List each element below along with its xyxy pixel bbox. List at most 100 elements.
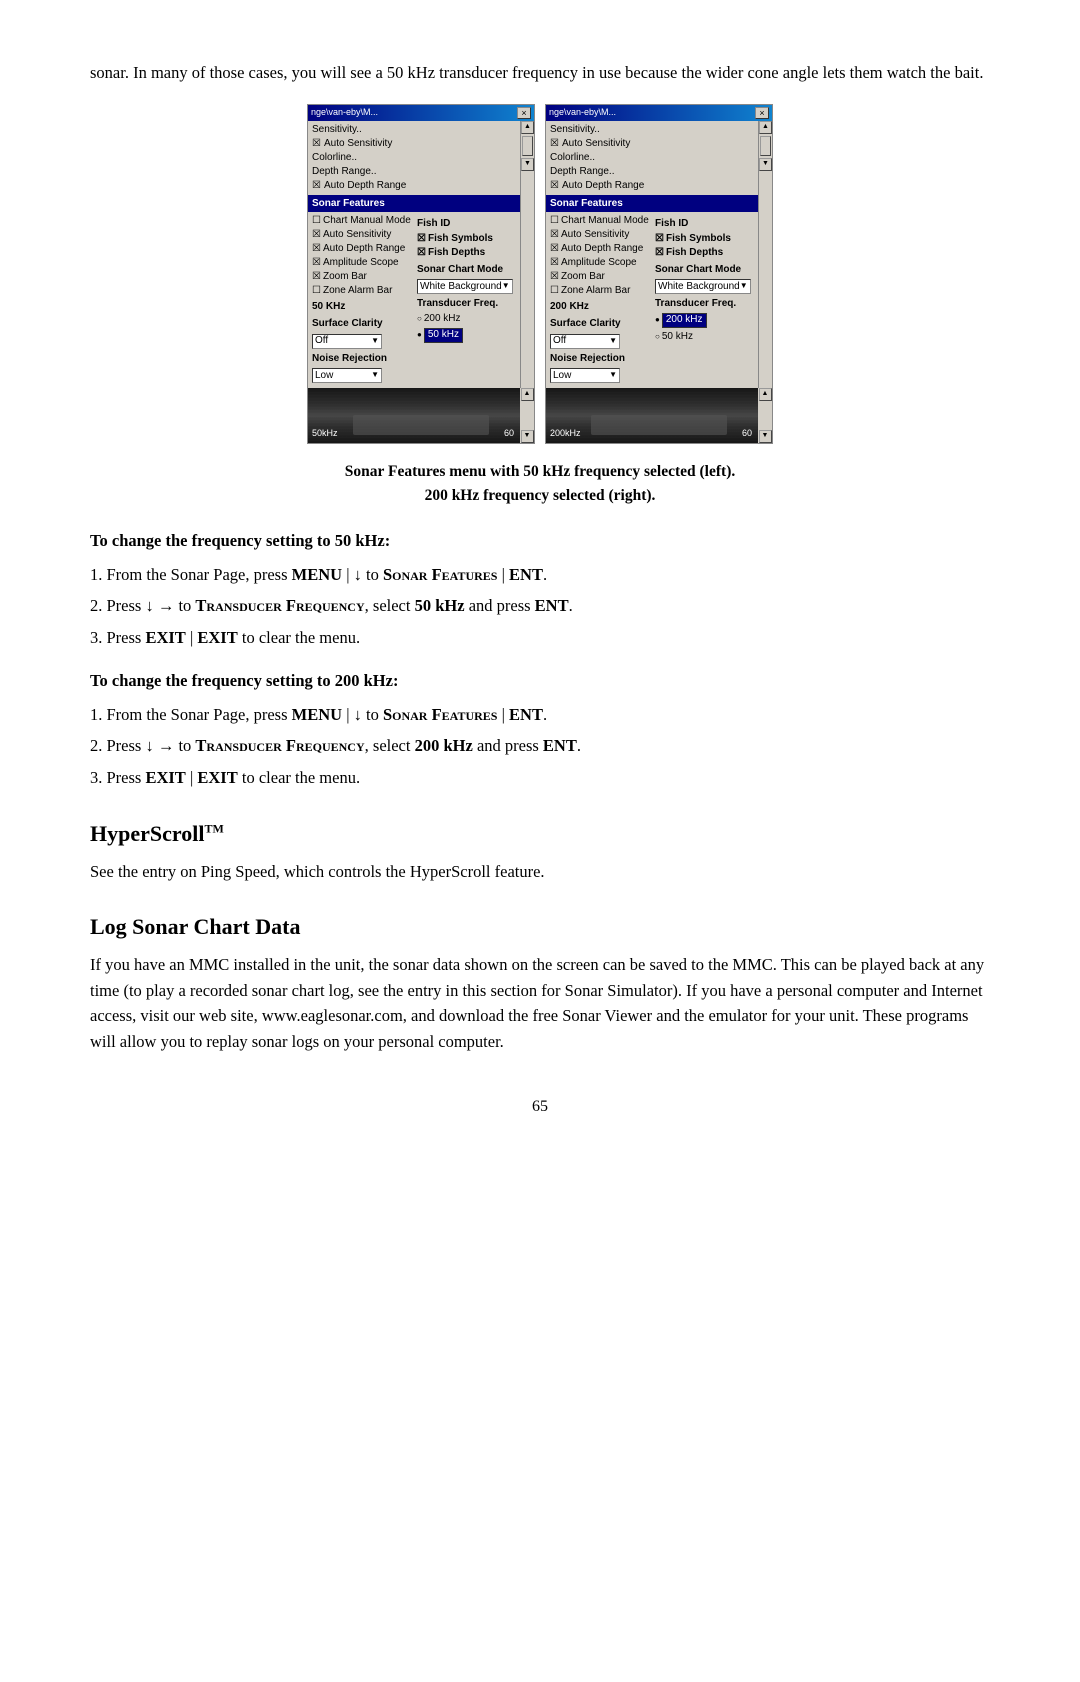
left-scroll-area: Sensitivity.. Auto Sensitivity Colorline…: [308, 121, 534, 389]
left-cb-auto-sens: [312, 137, 321, 151]
kbd-ent-3: ENT: [509, 705, 543, 724]
left-chart-manual: Chart Manual Mode: [312, 214, 411, 228]
right-transducer-freq-label: Transducer Freq.: [655, 296, 754, 312]
right-item-auto-sens: Auto Sensitivity: [550, 137, 754, 151]
right-chart-scroll-up[interactable]: ▲: [759, 388, 772, 401]
left-scroll-up[interactable]: ▲: [521, 121, 534, 134]
section2-steps: 1. From the Sonar Page, press MENU | ↓ t…: [90, 702, 990, 791]
kbd-menu-2: MENU: [292, 705, 342, 724]
sc-transducer-1: Transducer Frequency: [195, 596, 364, 615]
section2-step1: 1. From the Sonar Page, press MENU | ↓ t…: [90, 702, 990, 728]
left-chart-mode-box[interactable]: White Background ▼: [417, 279, 513, 294]
right-cb-auto-depth2: [550, 242, 559, 256]
right-200khz-radio[interactable]: 200 kHz: [655, 313, 754, 328]
right-features-grid: Chart Manual Mode Auto Sensitivity Auto …: [546, 212, 758, 388]
left-item-colorline: Colorline..: [312, 151, 516, 165]
right-surface-value: Off: [553, 333, 566, 349]
left-scroll-down[interactable]: ▼: [521, 158, 534, 171]
right-chart-scroll-down[interactable]: ▼: [759, 430, 772, 443]
right-surface-arrow: ▼: [609, 335, 617, 347]
right-noise-rej-label: Noise Rejection: [550, 351, 649, 367]
section2-step2: 2. Press ↓ → to Transducer Frequency, se…: [90, 733, 990, 759]
right-close-btn[interactable]: ×: [755, 107, 769, 119]
left-item-depth-range: Depth Range..: [312, 165, 516, 179]
sc-sonar-features-2: Sonar Features: [383, 705, 498, 724]
left-chart-mode-value: White Background: [420, 279, 502, 295]
left-cb-fish-dep: [417, 246, 426, 260]
section1-step2: 2. Press ↓ → to Transducer Frequency, se…: [90, 593, 990, 619]
right-cb-zone: [550, 284, 559, 298]
right-noise-dropdown-box[interactable]: Low ▼: [550, 368, 620, 383]
kbd-ent-2: ENT: [535, 596, 569, 615]
right-chart-mode-value: White Background: [658, 279, 740, 295]
kbd-200khz-1: 200 kHz: [415, 736, 473, 755]
left-chart-mode-dropdown[interactable]: White Background ▼: [417, 279, 516, 294]
left-scroll-thumb[interactable]: [522, 136, 533, 156]
right-item-auto-depth: Auto Depth Range: [550, 179, 754, 193]
left-noise-dropdown[interactable]: Low ▼: [312, 368, 411, 383]
right-titlebar: nge\van-eby\M... ×: [546, 105, 772, 121]
right-scroll-thumb[interactable]: [760, 136, 771, 156]
right-fish-symbols: Fish Symbols: [655, 232, 754, 246]
right-noise-value: Low: [553, 368, 571, 384]
left-surface-dropdown[interactable]: Off ▼: [312, 334, 411, 349]
section1-steps: 1. From the Sonar Page, press MENU | ↓ t…: [90, 562, 990, 651]
screenshots-container: nge\van-eby\M... × Sensitivity.. Auto Se…: [90, 104, 990, 444]
right-chart-mode-dropdown[interactable]: White Background ▼: [655, 279, 754, 294]
right-50khz-radio[interactable]: 50 kHz: [655, 330, 754, 344]
right-col1: Chart Manual Mode Auto Sensitivity Auto …: [550, 214, 649, 385]
left-close-btn[interactable]: ×: [517, 107, 531, 119]
right-item-depth-range: Depth Range..: [550, 165, 754, 179]
sc-transducer-2: Transducer Frequency: [195, 736, 364, 755]
right-zone-alarm: Zone Alarm Bar: [550, 284, 649, 298]
right-sonar-chart-mode-label: Sonar Chart Mode: [655, 262, 754, 278]
left-chart-scroll-up[interactable]: ▲: [521, 388, 534, 401]
left-auto-sens: Auto Sensitivity: [312, 228, 411, 242]
right-scroll-up[interactable]: ▲: [759, 121, 772, 134]
kbd-ent-4: ENT: [543, 736, 577, 755]
right-features-row1: Chart Manual Mode Auto Sensitivity Auto …: [550, 214, 754, 385]
right-200khz-highlighted: 200 kHz: [662, 313, 707, 328]
left-chart-scroll-down[interactable]: ▼: [521, 430, 534, 443]
hyperscroll-body: See the entry on Ping Speed, which contr…: [90, 859, 990, 885]
left-col1: Chart Manual Mode Auto Sensitivity Auto …: [312, 214, 411, 385]
right-chart-mode-box[interactable]: White Background ▼: [655, 279, 751, 294]
left-surface-value: Off: [315, 333, 328, 349]
page-number: 65: [90, 1095, 990, 1120]
right-auto-sens: Auto Sensitivity: [550, 228, 649, 242]
left-surface-dropdown-box[interactable]: Off ▼: [312, 334, 382, 349]
left-50khz-radio[interactable]: 50 kHz: [417, 328, 516, 343]
right-item-sensitivity: Sensitivity..: [550, 123, 754, 137]
left-noise-dropdown-box[interactable]: Low ▼: [312, 368, 382, 383]
right-radio-50: [655, 330, 660, 344]
right-surface-dropdown[interactable]: Off ▼: [550, 334, 649, 349]
right-cb-chart-manual: [550, 214, 559, 228]
kbd-exit-4: EXIT: [197, 768, 237, 787]
left-cb-auto-depth2: [312, 242, 321, 256]
left-200khz-radio[interactable]: 200 kHz: [417, 312, 516, 326]
right-cb-auto-sens: [550, 137, 559, 151]
right-surface-clarity-label: Surface Clarity: [550, 316, 649, 332]
right-surface-dropdown-box[interactable]: Off ▼: [550, 334, 620, 349]
right-chart-freq: 200kHz: [550, 427, 581, 441]
right-col2: Fish ID Fish Symbols Fish Depths Sonar C…: [655, 214, 754, 385]
left-zone-alarm: Zone Alarm Bar: [312, 284, 411, 298]
log-sonar-heading: Log Sonar Chart Data: [90, 910, 990, 944]
left-cb-chart-manual: [312, 214, 321, 228]
right-sonar-chart: 200kHz 60 ▲ ▼: [546, 388, 772, 443]
screenshot-right: nge\van-eby\M... × Sensitivity.. Auto Se…: [545, 104, 773, 444]
section1-step1: 1. From the Sonar Page, press MENU | ↓ t…: [90, 562, 990, 588]
left-fish-symbols: Fish Symbols: [417, 232, 516, 246]
caption-line1: Sonar Features menu with 50 kHz frequenc…: [90, 460, 990, 484]
right-noise-dropdown[interactable]: Low ▼: [550, 368, 649, 383]
section2-heading: To change the frequency setting to 200 k…: [90, 668, 990, 694]
left-col2: Fish ID Fish Symbols Fish Depths Sonar C…: [417, 214, 516, 385]
right-chart-mode-arrow: ▼: [740, 280, 748, 292]
kbd-menu-1: MENU: [292, 565, 342, 584]
right-scroll-down[interactable]: ▼: [759, 158, 772, 171]
left-zoom-bar: Zoom Bar: [312, 270, 411, 284]
right-cb-fish-sym: [655, 232, 664, 246]
hyperscroll-tm: TM: [204, 821, 223, 835]
right-sonar-features-header: Sonar Features: [546, 195, 758, 213]
left-chart-freq: 50kHz: [312, 427, 338, 441]
